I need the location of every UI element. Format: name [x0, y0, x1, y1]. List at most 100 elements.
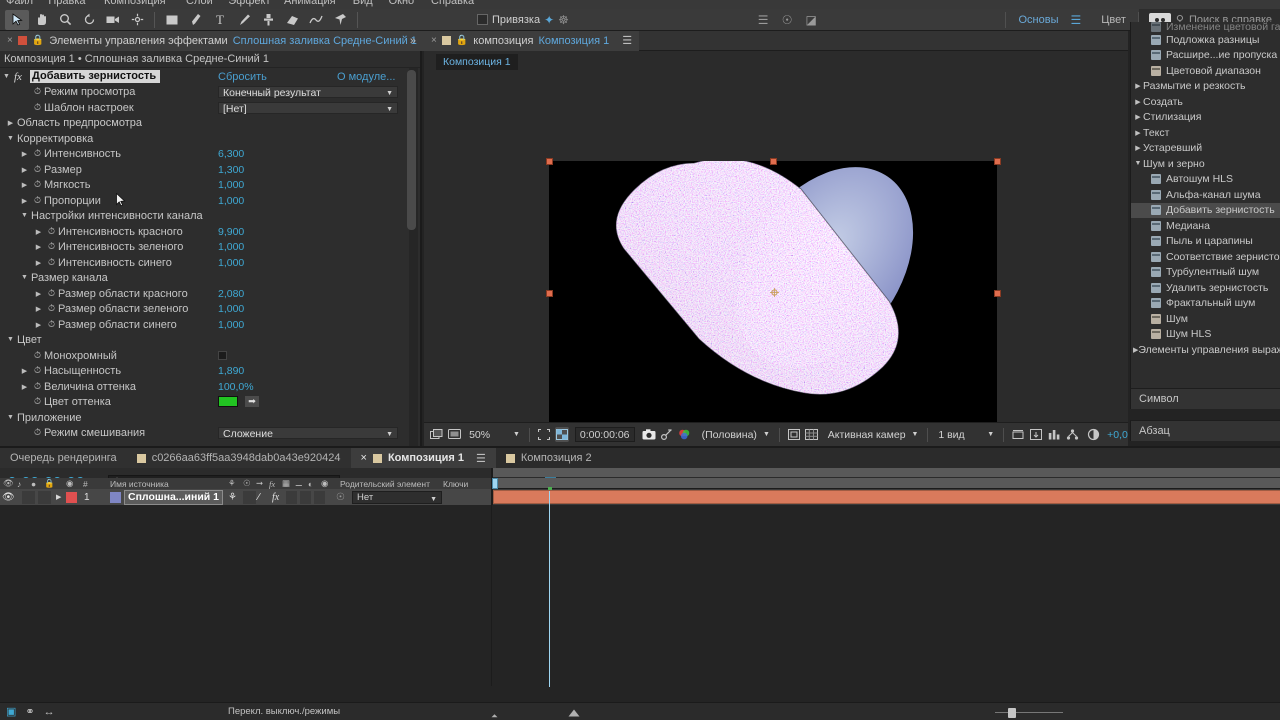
composition-viewer[interactable] [424, 73, 1128, 422]
effects-item-row[interactable]: Альфа-канал шума [1131, 187, 1280, 203]
pixel-aspect-icon[interactable] [1011, 427, 1025, 442]
effect-header-row[interactable]: ▼ fx Добавить зернистость Сбросить О мод… [0, 70, 420, 84]
layer-collapse-toggle[interactable] [243, 491, 256, 504]
region-of-interest-icon[interactable] [537, 427, 551, 442]
layer-label-color[interactable] [66, 492, 77, 503]
hamburger-icon[interactable]: ☰ [1070, 13, 1089, 27]
snap-checkbox[interactable] [477, 14, 488, 25]
chevron-right-icon[interactable]: ▶ [20, 181, 29, 189]
hand-tool[interactable] [29, 10, 53, 30]
effect-param-value[interactable]: 1,000 [218, 303, 244, 315]
transform-handle-tc[interactable] [770, 158, 777, 165]
layer-video-toggle[interactable]: 👁 [2, 492, 15, 503]
stopwatch-icon[interactable]: ⏱ [31, 102, 44, 113]
effect-param-value[interactable]: 1,000 [218, 195, 244, 207]
layer-quality-toggle[interactable]: ∕ [258, 492, 260, 503]
workspace-essentials[interactable]: Основы [1006, 9, 1070, 31]
effects-item-row[interactable]: Соответствие зернистост [1131, 249, 1280, 265]
stopwatch-icon[interactable]: ⏱ [31, 195, 44, 206]
chevron-right-icon[interactable]: ▶ [34, 259, 43, 267]
tab-effect-controls[interactable]: × 🔒 Элементы управления эффектами Сплошн… [0, 31, 456, 51]
effect-param-row[interactable]: ▶⏱Размер области зеленого1,000 [0, 302, 420, 317]
chevron-down-icon[interactable]: ▼ [1133, 160, 1143, 167]
layer-name[interactable]: Сплошна...иний 1 [124, 490, 223, 505]
tab-footage-item[interactable]: c0266aa63ff5aa3948dab0a43e920424 [127, 448, 351, 468]
chevron-right-icon[interactable]: ▶ [34, 243, 43, 251]
composition-breadcrumb[interactable]: Композиция 1 [436, 54, 518, 70]
chevron-right-icon[interactable]: ▶ [34, 228, 43, 236]
effects-category-row[interactable]: ▶Создать [1131, 94, 1280, 110]
effects-item-row[interactable]: Расшире...ие пропуска к [1131, 48, 1280, 64]
effect-param-value[interactable]: 9,900 [218, 226, 244, 238]
work-area-top-strip[interactable] [493, 468, 1280, 477]
effects-item-row[interactable]: Автошум HLS [1131, 172, 1280, 188]
effect-param-row[interactable]: ⏱Цвет оттенка➡ [0, 395, 420, 410]
effects-icon[interactable]: fx [269, 479, 275, 489]
view-count-dropdown-icon[interactable]: ▼ [987, 431, 994, 438]
stopwatch-icon[interactable]: ⏱ [31, 148, 44, 159]
render-icon[interactable]: ⚭ [25, 705, 34, 718]
chevron-right-icon[interactable]: ▶ [34, 305, 43, 313]
effects-category-row[interactable]: ▶Текст [1131, 125, 1280, 141]
menu-item-6[interactable]: Вид [353, 0, 373, 7]
effect-param-row[interactable]: ▶⏱Размер области красного2,080 [0, 287, 420, 302]
effect-param-value[interactable]: 2,080 [218, 288, 244, 300]
shy-icon[interactable]: ⚘ [228, 478, 236, 489]
stopwatch-icon[interactable]: ⏱ [45, 257, 58, 268]
roto-brush-tool[interactable] [304, 10, 328, 30]
menu-item-1[interactable]: Правка [48, 0, 85, 7]
lock-icon[interactable]: 🔒 [32, 35, 44, 46]
selection-tool[interactable] [5, 10, 29, 30]
effects-item-row[interactable]: Медиана [1131, 218, 1280, 234]
effect-param-row[interactable]: ▶⏱Пропорции1,000 [0, 194, 420, 209]
chevron-right-icon[interactable]: ▶ [1133, 129, 1143, 137]
shape-tool[interactable] [160, 10, 184, 30]
effects-item-row[interactable]: Турбулентный шум [1131, 265, 1280, 281]
effect-param-row[interactable]: ▼Корректировка [0, 132, 420, 147]
stopwatch-icon[interactable]: ⏱ [45, 288, 58, 299]
effect-param-color-swatch[interactable] [218, 396, 238, 407]
effect-param-value[interactable]: 1,000 [218, 319, 244, 331]
stopwatch-icon[interactable]: ⏱ [31, 427, 44, 438]
text-tool[interactable]: T [208, 10, 232, 30]
effects-category-row[interactable]: ▶Стилизация [1131, 110, 1280, 126]
stopwatch-icon[interactable]: ⏱ [45, 241, 58, 252]
effect-param-row[interactable]: ⏱Монохромный [0, 349, 420, 364]
effect-param-row[interactable]: ▼Настройки интенсивности канала [0, 209, 420, 224]
timeline-zoom-slider[interactable] [490, 708, 640, 716]
effects-category-row[interactable]: ▶Элементы управления выражен [1131, 342, 1280, 358]
effect-param-row[interactable]: ⏱Режим просмотраКонечный результат▼ [0, 85, 420, 100]
close-icon[interactable]: × [7, 35, 13, 46]
video-icon[interactable]: 👁 [3, 478, 14, 489]
toggle-switches-icon[interactable]: ▣ [6, 705, 16, 718]
effect-param-row[interactable]: ▶Область предпросмотра [0, 116, 420, 131]
effects-item-row[interactable]: Фрактальный шум [1131, 296, 1280, 312]
work-area-bar[interactable] [492, 478, 1280, 489]
chevron-right-icon[interactable]: ▶ [1133, 113, 1143, 121]
effect-param-value[interactable]: 1,000 [218, 257, 244, 269]
snapping-control[interactable]: Привязка ✦ ☸ [477, 13, 569, 27]
chevron-down-icon[interactable]: ▼ [6, 336, 15, 343]
stopwatch-icon[interactable]: ⏱ [45, 303, 58, 314]
menu-item-8[interactable]: Справка [431, 0, 474, 7]
timeline-column-divider[interactable] [491, 468, 492, 686]
stopwatch-icon[interactable]: ⏱ [31, 365, 44, 376]
effect-param-dropdown[interactable]: Конечный результат▼ [218, 86, 398, 98]
motion-blur-icon[interactable]: ⚊ [295, 478, 303, 489]
comp-flowchart-icon[interactable] [1047, 427, 1061, 442]
chevron-down-icon[interactable]: ▼ [6, 135, 15, 142]
take-snapshot-icon[interactable] [642, 427, 656, 442]
table-row[interactable]: 👁 ▶ 1 Сплошна...иний 1 ⚘ ∕ fx ☉ Нет ▼ [0, 489, 492, 505]
resolution-value[interactable]: (Половина) [702, 429, 757, 441]
quality-icon[interactable]: ➞ [256, 478, 263, 489]
menu-item-7[interactable]: Окно [389, 0, 415, 7]
close-icon[interactable]: × [431, 35, 437, 46]
stopwatch-icon[interactable]: ⏱ [45, 319, 58, 330]
paragraph-panel-tab[interactable]: Абзац [1130, 420, 1280, 441]
layer-frame-blend-toggle[interactable] [286, 491, 297, 504]
effect-param-checkbox[interactable] [218, 351, 227, 360]
snap-magnet-icon[interactable]: ✦ [544, 13, 554, 27]
chevron-right-icon[interactable]: ▶ [20, 197, 29, 205]
exposure-icon[interactable] [1086, 427, 1100, 442]
timeline-track-area[interactable] [492, 489, 1280, 505]
